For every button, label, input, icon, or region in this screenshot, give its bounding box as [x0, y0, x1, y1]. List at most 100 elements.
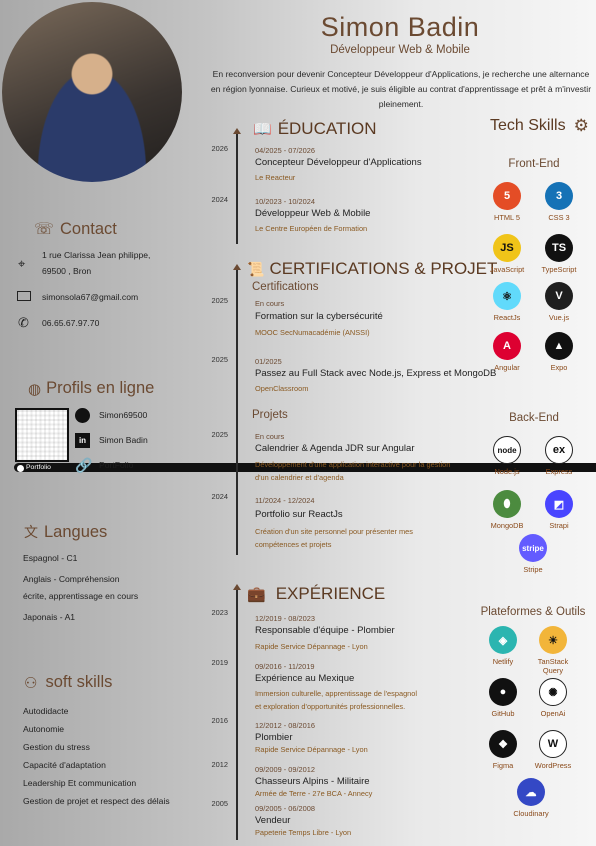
skill-back: ◩ Strapi [536, 490, 582, 530]
address-line-2: 69500 , Bron [42, 266, 92, 276]
angular-icon: A [493, 332, 521, 360]
react-icon: ⚛ [493, 282, 521, 310]
contact-title: Contact [60, 219, 117, 238]
timeline-year: 2023 [211, 608, 228, 617]
contact-header: ☏ Contact [34, 219, 117, 239]
languages-header: 文 Langues [24, 522, 107, 542]
item-title: Formation sur la cybersécurité [255, 311, 383, 322]
skill-tools: ● GitHub [480, 678, 526, 718]
tanstack-icon: ☀ [539, 626, 567, 654]
skill-back: ⬮ MongoDB [484, 490, 530, 530]
item-date: 09/2009 - 09/2012 [255, 765, 315, 774]
item-sub: Rapide Service Dépannage - Lyon [255, 642, 368, 651]
skill-label: TypeScript [541, 265, 577, 274]
timeline-year: 2024 [211, 195, 228, 204]
item-sub: d'un calendrier et d'agenda [255, 473, 344, 482]
job-title: Développeur Web & Mobile [330, 44, 470, 56]
nodejs-icon: node [493, 436, 521, 464]
item-sub: Le Reacteur [255, 173, 296, 182]
github-link[interactable]: Simon69500 [99, 410, 147, 420]
intro-text: En reconversion pour devenir Concepteur … [210, 69, 592, 109]
back-end-title: Back-End [509, 412, 559, 424]
soft-skill-item: Leadership Et communication [23, 778, 137, 788]
skill-tools: W WordPress [530, 730, 576, 770]
skill-label: Strapi [549, 521, 569, 530]
phone-number[interactable]: 06.65.67.97.70 [42, 318, 99, 328]
linkedin-link[interactable]: Simon Badin [99, 435, 148, 445]
profiles-title: Profils en ligne [46, 379, 155, 397]
skill-label: CSS 3 [548, 213, 570, 222]
skill-tools: ✺ OpenAi [530, 678, 576, 718]
item-date: 10/2023 - 10/2024 [255, 197, 315, 206]
item-sub: Le Centre Européen de Formation [255, 224, 368, 233]
item-sub: Rapide Service Dépannage - Lyon [255, 745, 368, 754]
skill-label: Vue.js [548, 313, 570, 322]
timeline-year: 2025 [211, 430, 228, 439]
skill-label: Node.js [494, 467, 520, 476]
openai-icon: ✺ [539, 678, 567, 706]
stripe-icon: stripe [519, 534, 547, 562]
name-title: Simon Badin [320, 12, 480, 42]
email-icon [17, 291, 31, 301]
item-sub: Immersion culturelle, apprentissage de l… [255, 689, 418, 698]
item-title: Calendrier & Agenda JDR sur Angular [255, 443, 415, 454]
html5-icon: 5 [493, 182, 521, 210]
item-date: 11/2024 - 12/2024 [255, 496, 315, 505]
portfolio-link[interactable]: PortFolio [99, 460, 133, 470]
diploma-icon: 📜 [247, 260, 265, 277]
timeline-year: 2024 [211, 492, 228, 501]
skill-label: Stripe [523, 565, 543, 574]
item-title: Portfolio sur ReactJs [255, 509, 343, 520]
item-sub: MOOC SecNumacadémie (ANSSI) [255, 328, 370, 337]
skill-label: ReactJs [493, 313, 521, 322]
timeline-year: 2025 [211, 296, 228, 305]
strapi-icon: ◩ [545, 490, 573, 518]
experience-title: EXPÉRIENCE [275, 584, 386, 603]
item-title: Chasseurs Alpins - Militaire [255, 776, 370, 787]
skill-label: TanStack Query [537, 657, 569, 675]
item-title: Développeur Web & Mobile [255, 208, 371, 219]
timeline-year: 2012 [211, 760, 228, 769]
certs-title: CERTIFICATIONS & PROJET [269, 259, 498, 278]
item-date: 04/2025 - 07/2026 [255, 146, 315, 155]
item-date: En cours [255, 432, 285, 441]
skill-tools: ☁ Cloudinary [508, 778, 554, 818]
linkedin-icon: in [75, 433, 90, 448]
languages-title: Langues [44, 522, 108, 541]
skill-label: Cloudinary [513, 809, 549, 818]
item-title: Vendeur [255, 815, 291, 826]
item-sub: compétences et projets [255, 540, 332, 549]
skill-back: ex Express [536, 436, 582, 476]
soft-skill-item: Capacité d'adaptation [23, 760, 106, 770]
address-line-1: 1 rue Clarissa Jean philippe, [42, 250, 151, 260]
skill-tools: ◈ Netlify [480, 626, 526, 666]
item-date: 12/2012 - 08/2016 [255, 721, 315, 730]
item-sub: OpenClassroom [255, 384, 309, 393]
skill-front: 3 CSS 3 [536, 182, 582, 222]
wordpress-icon: W [539, 730, 567, 758]
github-icon [75, 408, 90, 423]
skill-front: ▲ Expo [536, 332, 582, 372]
contact-icon: ☏ [34, 221, 55, 238]
item-title: Passez au Full Stack avec Node.js, Expre… [255, 368, 497, 379]
item-title: Plombier [255, 732, 293, 743]
language-item: Anglais - Compréhension [23, 574, 120, 584]
front-end-title: Front-End [508, 158, 560, 170]
item-date: 12/2019 - 08/2023 [255, 614, 315, 623]
soft-skill-item: Gestion du stress [23, 742, 90, 752]
skill-front: JS JavaScript [484, 234, 530, 274]
language-item: écrite, apprentissage en cours [23, 591, 139, 601]
item-date: 09/2016 - 11/2019 [255, 662, 315, 671]
timeline-line [236, 270, 238, 555]
qr-code[interactable] [15, 408, 69, 462]
vue-icon: V [545, 282, 573, 310]
skill-front: 5 HTML 5 [484, 182, 530, 222]
item-sub: Papeterie Temps Libre - Lyon [255, 828, 352, 837]
skill-back: node Node.js [484, 436, 530, 476]
figma-icon: ❖ [489, 730, 517, 758]
skill-back: stripe Stripe [510, 534, 556, 574]
email-link[interactable]: simonsola67@gmail.com [42, 292, 138, 302]
profiles-header: ◍ Profils en ligne [28, 379, 154, 398]
express-icon: ex [545, 436, 573, 464]
item-date: 09/2005 - 06/2008 [255, 804, 315, 813]
